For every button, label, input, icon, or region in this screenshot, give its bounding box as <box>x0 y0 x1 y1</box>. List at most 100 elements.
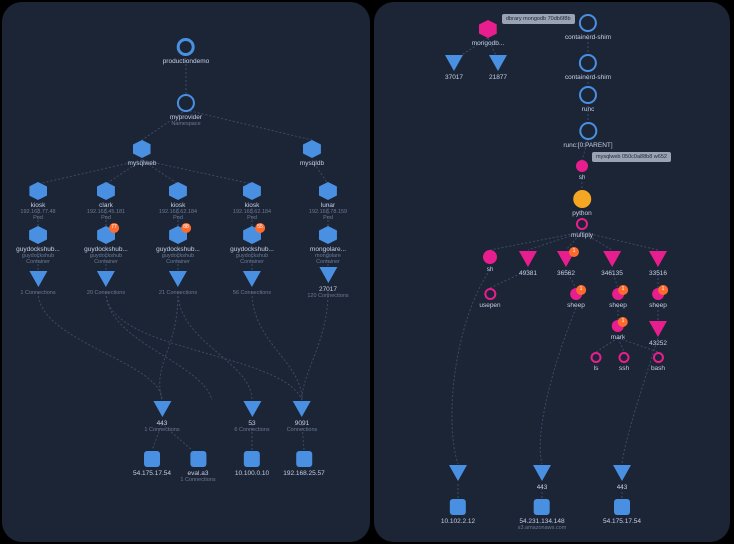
container-icon <box>29 226 47 244</box>
process-icon: 1 <box>570 288 582 300</box>
process-icon <box>573 190 591 208</box>
endpoint-node[interactable]: 10.102.2.12 <box>441 498 475 525</box>
funnel-icon <box>243 270 261 288</box>
funnel-icon <box>319 266 337 284</box>
cluster-label: productiondemo <box>163 58 210 65</box>
port-node[interactable]: 443 1 Connections <box>144 400 179 433</box>
process-leaf[interactable]: 1 36562 <box>557 250 575 277</box>
port-node[interactable] <box>449 464 467 484</box>
process-icon <box>579 14 597 32</box>
process-runc[interactable]: runc <box>579 86 597 113</box>
funnel-icon <box>649 250 667 268</box>
process-sheep[interactable]: 1 sheep <box>609 288 627 309</box>
process-icon <box>591 352 602 363</box>
connection-node[interactable]: 56 Connections <box>233 270 271 296</box>
process-icon <box>483 250 497 264</box>
shield-icon <box>303 140 321 158</box>
process-sh[interactable]: sh <box>576 160 588 181</box>
host-icon <box>189 450 207 468</box>
cluster-root[interactable]: productiondemo <box>163 38 210 65</box>
process-icon <box>576 160 588 172</box>
namespace-sublabel: Namespace <box>171 121 200 127</box>
pod-node[interactable]: kiosk 192.168.62.184 Pod <box>233 182 271 221</box>
funnel-icon <box>293 400 311 418</box>
process-sheep[interactable]: 1 sheep <box>649 288 667 309</box>
process-mark[interactable]: 1 mark <box>611 320 625 341</box>
funnel-icon <box>153 400 171 418</box>
pod-node[interactable]: kiosk 192.168.62.184 Pod <box>159 182 197 221</box>
port-node[interactable]: 443 <box>533 464 551 491</box>
host-icon <box>243 450 261 468</box>
endpoint-node[interactable]: 10.100.0.10 <box>235 450 269 477</box>
funnel-icon <box>169 270 187 288</box>
endpoint-node[interactable]: 192.168.25.57 <box>283 450 325 477</box>
connection-node[interactable]: 21 Connections <box>159 270 197 296</box>
pod-icon <box>29 182 47 200</box>
pod-node[interactable]: kiosk 192.168.77.48 Pod <box>20 182 55 221</box>
endpoint-node[interactable]: 54.175.17.54 <box>133 450 171 477</box>
container-node[interactable]: mongolare... mongolare Container <box>310 226 346 265</box>
process-mongodb[interactable]: mongodb... <box>472 20 505 47</box>
db-icon <box>479 20 497 38</box>
port-node[interactable]: 43252 <box>649 320 667 347</box>
funnel-icon <box>445 54 463 72</box>
process-bash[interactable]: bash <box>651 352 665 372</box>
connection-node[interactable]: 27017 120 Connections <box>307 266 348 299</box>
funnel-icon <box>97 270 115 288</box>
port-node[interactable]: 53 6 Connections <box>234 400 269 433</box>
process-usepen[interactable]: usepen <box>479 288 500 309</box>
port-node[interactable]: 9091 Connections <box>287 400 318 433</box>
process-leaf[interactable]: sh <box>483 250 497 273</box>
pod-icon <box>97 182 115 200</box>
alert-badge: 1 <box>618 285 628 295</box>
kubernetes-wheel-icon <box>177 38 195 56</box>
port-node[interactable]: 37017 <box>445 54 463 81</box>
process-containerd-shim[interactable]: containerd-shim <box>565 54 611 81</box>
process-runc-parent[interactable]: runc:[0:PARENT] <box>563 122 612 149</box>
process-icon: 1 <box>652 288 664 300</box>
tooltip-mongodb: dbrary mongodb 70db6f8b <box>502 14 575 24</box>
container-node[interactable]: 88 guydockshub... guydockshub Container <box>156 226 200 265</box>
deployment-mysqldb[interactable]: mysqldb <box>300 140 324 167</box>
process-leaf[interactable]: 49381 <box>519 250 537 277</box>
endpoint-node[interactable]: 54.175.17.54 <box>603 498 641 525</box>
host-icon <box>533 498 551 516</box>
process-icon <box>579 122 597 140</box>
alert-badge: 77 <box>109 223 119 233</box>
connection-node[interactable]: 20 Connections <box>87 270 125 296</box>
container-node[interactable]: 55 guydockshub... guydockshub Container <box>230 226 274 265</box>
container-node[interactable]: guydockshub... guydockshub Container <box>16 226 60 265</box>
shield-icon <box>133 140 151 158</box>
funnel-icon <box>519 250 537 268</box>
topology-left-panel: productiondemo myprovider Namespace mysq… <box>2 2 370 542</box>
process-ssh[interactable]: ssh <box>619 352 630 372</box>
pod-node[interactable]: lunar 192.168.78.159 Pod <box>309 182 347 221</box>
connection-node[interactable]: 1 Connections <box>20 270 55 296</box>
port-node[interactable]: 443 <box>613 464 631 491</box>
process-icon <box>576 218 588 230</box>
process-icon <box>579 86 597 104</box>
process-multiply[interactable]: multiply <box>571 218 593 239</box>
alert-badge: 1 <box>618 317 628 327</box>
endpoint-node[interactable]: eval.a3 1 Connections <box>180 450 215 483</box>
port-node[interactable]: 21877 <box>489 54 507 81</box>
process-sheep[interactable]: 1 sheep <box>567 288 585 309</box>
endpoint-node[interactable]: 54.231.134.148 s3.amazonaws.com <box>518 498 567 531</box>
process-ls[interactable]: ls <box>591 352 602 372</box>
funnel-icon <box>489 54 507 72</box>
process-icon <box>579 54 597 72</box>
deployment-mysqlweb[interactable]: mysqlweb <box>128 140 157 167</box>
process-python[interactable]: python <box>572 190 592 217</box>
namespace-node[interactable]: myprovider Namespace <box>170 94 202 127</box>
process-leaf[interactable]: 346135 <box>601 250 623 277</box>
container-icon: 55 <box>243 226 261 244</box>
process-icon <box>652 352 663 363</box>
host-icon <box>613 498 631 516</box>
right-connection-lines <box>374 2 730 542</box>
process-icon <box>484 288 496 300</box>
process-leaf[interactable]: 33516 <box>649 250 667 277</box>
funnel-icon <box>603 250 621 268</box>
container-node[interactable]: 77 guydockshub... guydockshub Container <box>84 226 128 265</box>
pod-node[interactable]: clark 192.168.45.181 Pod <box>87 182 125 221</box>
topology-right-panel: dbrary mongodb 70db6f8b mysqlweb 050c0a8… <box>374 2 730 542</box>
